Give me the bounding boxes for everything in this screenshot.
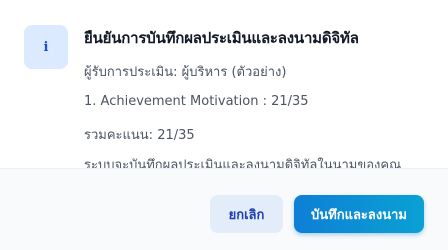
confirm-dialog: i ยืนยันการบันทึกผลประเมินและลงนามดิจิทั… <box>0 0 448 250</box>
score-item-text: 1. Achievement Motivation : 21/35 <box>84 94 309 109</box>
cancel-button[interactable]: ยกเลิก <box>210 195 283 233</box>
dialog-footer: ยกเลิก บันทึกและลงนาม <box>0 168 448 250</box>
dialog-title: ยืนยันการบันทึกผลประเมินและลงนามดิจิทัล <box>84 29 359 47</box>
save-and-sign-button[interactable]: บันทึกและลงนาม <box>294 195 424 233</box>
total-score-text: รวมคะแนน: 21/35 <box>84 128 195 143</box>
recipient-text: ผู้รับการประเมิน: ผู้บริหาร (ตัวอย่าง) <box>84 65 287 80</box>
dialog-body: i ยืนยันการบันทึกผลประเมินและลงนามดิจิทั… <box>0 0 448 173</box>
info-icon: i <box>24 25 68 69</box>
info-icon-glyph: i <box>43 39 49 55</box>
